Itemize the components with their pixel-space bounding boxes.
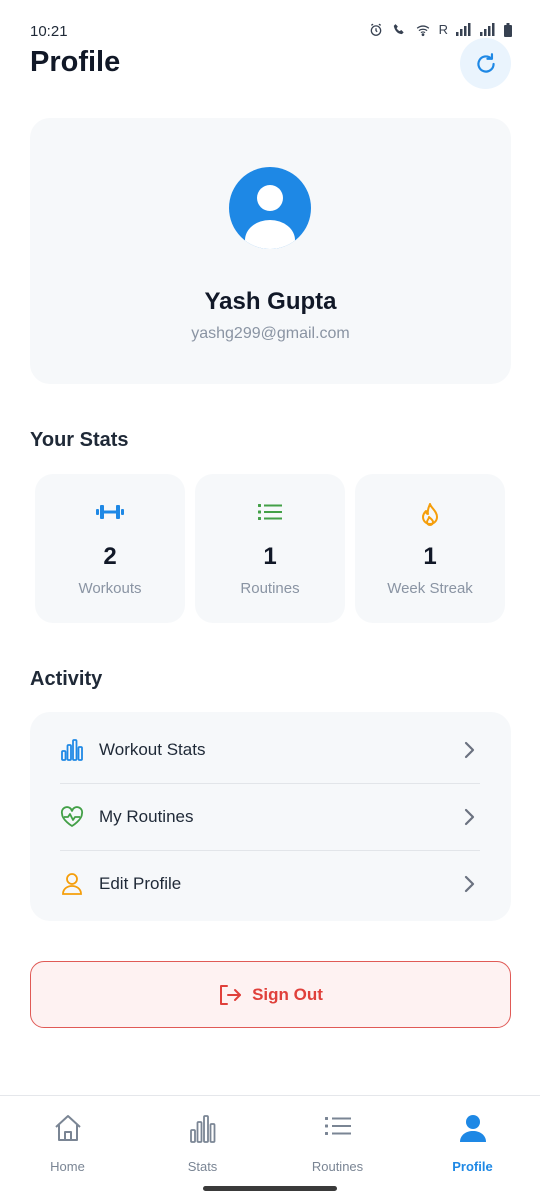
nav-label: Routines — [311, 1159, 364, 1174]
avatar — [229, 167, 311, 249]
stat-value: 1 — [423, 543, 437, 570]
signal-icon — [480, 23, 495, 36]
activity-label: Workout Stats — [99, 740, 206, 759]
nav-home[interactable]: Home — [0, 1096, 135, 1186]
nav-label: Home — [50, 1159, 85, 1174]
logout-icon — [220, 984, 242, 1005]
page-title: Profile — [30, 46, 121, 78]
status-time: 10:21 — [30, 23, 68, 40]
stats-section-title: Your Stats — [30, 429, 129, 451]
activity-item-edit-profile[interactable]: Edit Profile — [30, 851, 511, 917]
profile-name: Yash Gupta — [204, 288, 337, 315]
stat-label: Workouts — [78, 580, 142, 597]
stat-card-streak: 1 Week Streak — [355, 474, 505, 623]
activity-section-title: Activity — [30, 668, 103, 690]
stat-card-workouts: 2 Workouts — [35, 474, 185, 623]
activity-label: Edit Profile — [99, 874, 182, 893]
list-icon — [324, 1117, 351, 1135]
profile-card: Yash Gupta yashg299@gmail.com — [30, 118, 511, 384]
status-icons: R — [369, 22, 512, 37]
signal-icon — [456, 23, 471, 36]
stat-value: 2 — [103, 543, 117, 570]
flame-icon — [422, 503, 438, 526]
sign-out-button[interactable]: Sign Out — [30, 961, 511, 1028]
list-icon — [258, 504, 282, 520]
user-icon — [62, 873, 82, 895]
alarm-icon — [370, 23, 381, 36]
stat-label: Week Streak — [387, 580, 473, 597]
carrier-letter: R — [438, 22, 448, 37]
activity-label: My Routines — [99, 807, 194, 826]
home-icon — [54, 1115, 81, 1141]
nav-label: Profile — [452, 1159, 493, 1174]
nav-profile[interactable]: Profile — [405, 1096, 540, 1186]
person-icon — [459, 1115, 486, 1142]
chevron-right-icon — [464, 875, 475, 893]
bar-chart-icon — [61, 739, 83, 761]
refresh-button[interactable] — [460, 38, 511, 89]
refresh-icon — [476, 52, 495, 73]
activity-item-my-routines[interactable]: My Routines — [30, 784, 511, 850]
stat-label: Routines — [240, 580, 300, 597]
chevron-right-icon — [464, 741, 475, 759]
user-avatar-icon — [245, 185, 295, 249]
chevron-right-icon — [464, 808, 475, 826]
activity-card: Workout Stats My Routines Edit Profile — [30, 712, 511, 921]
dumbbell-icon — [96, 505, 124, 519]
stat-card-routines: 1 Routines — [195, 474, 345, 623]
wifi-icon — [416, 24, 429, 36]
nav-stats[interactable]: Stats — [135, 1096, 270, 1186]
heart-pulse-icon — [60, 806, 84, 827]
nav-routines[interactable]: Routines — [270, 1096, 405, 1186]
home-indicator — [203, 1186, 337, 1191]
bar-chart-icon — [189, 1115, 215, 1143]
battery-icon — [504, 22, 512, 37]
sign-out-label: Sign Out — [252, 984, 323, 1004]
activity-item-workout-stats[interactable]: Workout Stats — [30, 717, 511, 783]
call-icon — [393, 23, 404, 34]
nav-label: Stats — [187, 1159, 218, 1174]
profile-email: yashg299@gmail.com — [191, 325, 350, 342]
stat-value: 1 — [263, 543, 277, 570]
status-bar: 10:21 R — [0, 0, 540, 44]
